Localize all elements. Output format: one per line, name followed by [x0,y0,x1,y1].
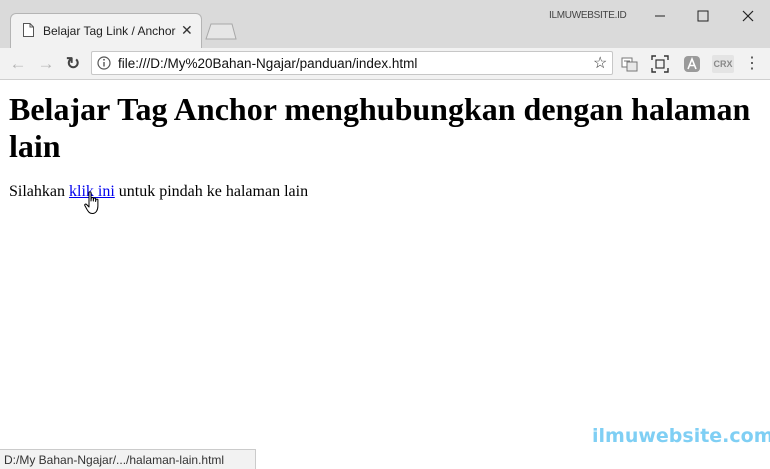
extension-a-icon[interactable] [683,55,701,73]
crx-icon[interactable]: CRX [712,55,734,73]
back-button[interactable]: ← [7,53,29,75]
translate-icon[interactable] [621,55,639,73]
status-link-url: D:/My Bahan-Ngajar/.../halaman-lain.html [4,453,225,467]
info-icon[interactable] [97,56,111,70]
window-label: ILMUWEBSITE.ID [549,10,627,21]
url-text[interactable]: file:///D:/My%20Bahan-Ngajar/panduan/ind… [118,56,417,71]
tab-close-icon[interactable]: ✕ [181,22,193,39]
bookmark-star-icon[interactable]: ☆ [593,53,607,73]
browser-toolbar: ← → ↻ file:///D:/My%20Bahan-Ngajar/pandu… [0,48,770,80]
title-bar: Belajar Tag Link / Anchor ✕ ILMUWEBSITE.… [0,0,770,48]
status-bar: D:/My Bahan-Ngajar/.../halaman-lain.html [0,449,256,469]
browser-tab[interactable]: Belajar Tag Link / Anchor ✕ [10,13,202,48]
maximize-icon[interactable] [688,6,718,26]
screen-capture-icon[interactable] [651,55,669,73]
hand-cursor-icon [84,191,99,214]
new-tab-button[interactable] [205,23,237,40]
paragraph-text-before: Silahkan [9,183,69,200]
page-content: Belajar Tag Anchor menghubungkan dengan … [0,80,770,469]
forward-button[interactable]: → [35,53,57,75]
document-icon [23,23,34,37]
paragraph-text-after: untuk pindah ke halaman lain [114,183,309,200]
menu-icon[interactable]: ⋮ [744,54,760,74]
address-bar[interactable]: file:///D:/My%20Bahan-Ngajar/panduan/ind… [91,51,613,75]
close-icon[interactable] [733,6,763,26]
page-heading: Belajar Tag Anchor menghubungkan dengan … [9,91,751,164]
page-paragraph: Silahkan klik ini untuk pindah ke halama… [9,183,308,201]
minimize-icon[interactable] [645,6,675,26]
watermark: ilmuwebsite.com [592,425,770,447]
tab-title: Belajar Tag Link / Anchor [43,24,176,38]
reload-button[interactable]: ↻ [62,53,84,75]
